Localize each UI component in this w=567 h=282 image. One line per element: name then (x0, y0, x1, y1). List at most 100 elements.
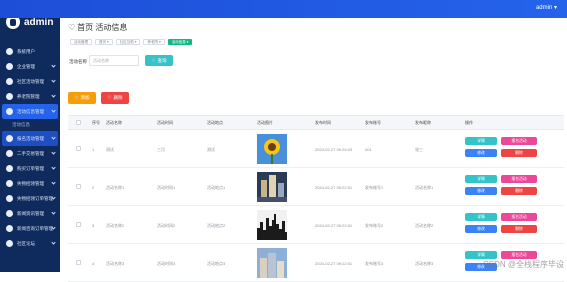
menu-icon (6, 180, 13, 187)
cell-time: 活动时间3 (157, 261, 176, 266)
cell-nickname: 活动名称3 (415, 261, 434, 266)
select-all-checkbox[interactable] (76, 120, 81, 125)
cell-place: 活动地点3 (207, 261, 226, 266)
delete-button-label: 删除 (113, 95, 123, 100)
detail-button[interactable]: 详情 (465, 213, 497, 221)
search-button[interactable]: ♡ 查询 (145, 55, 173, 66)
chevron-down-icon (51, 93, 56, 98)
add-button[interactable]: ♡ 添加 (68, 92, 96, 104)
sidebar-item-lost-found-orders[interactable]: 失物招领订单管理 (2, 191, 58, 206)
row-checkbox[interactable] (76, 260, 81, 265)
signup-button[interactable]: 报名活动 (501, 175, 537, 183)
button-label: 修改 (477, 188, 485, 193)
chevron-down-icon (51, 165, 56, 170)
menu-icon (6, 48, 13, 55)
cell-time: 三月 (157, 147, 165, 152)
row-checkbox[interactable] (76, 146, 81, 151)
menu-icon (6, 210, 13, 217)
delete-button[interactable]: 删除 (501, 225, 537, 233)
column-header: 发布时间 (315, 120, 331, 125)
batch-delete-button[interactable]: ♡ 删除 (101, 92, 129, 104)
sidebar-subitem-activity-info[interactable]: 活动信息 (0, 119, 60, 131)
search-icon: ♡ (151, 57, 156, 63)
search-input[interactable]: 活动名称 (89, 55, 139, 66)
cell-place: 测试 (207, 147, 215, 152)
signup-button[interactable]: 报名活动 (501, 137, 537, 145)
sidebar-item-lost-found[interactable]: 失物招领管理 (2, 176, 58, 191)
breadcrumb-item[interactable]: 活动管理 (70, 39, 92, 45)
breadcrumb-item[interactable]: 养老院 ▾ (143, 39, 165, 45)
breadcrumb-item[interactable]: 活动信息 ▾ (167, 39, 193, 45)
sidebar-item-community[interactable]: 社区活动管理 (2, 74, 58, 89)
sidebar-item-news-orders[interactable]: 新闻咨询订单管理 (2, 221, 58, 236)
delete-button[interactable]: 删除 (501, 187, 537, 195)
button-label: 报名活动 (511, 252, 527, 257)
sidebar-item-elderly-home[interactable]: 养老院管理 (2, 89, 58, 104)
menu-icon (6, 135, 13, 142)
sidebar-item-label: 失物招领管理 (17, 180, 44, 186)
sidebar-item-label: 新闻咨询订单管理 (17, 225, 53, 231)
column-header: 活动图片 (257, 120, 273, 125)
menu-icon (6, 150, 13, 157)
chevron-down-icon (51, 108, 56, 113)
cell-published: 2024-02-27 09:29:03 (315, 147, 353, 152)
column-header: 活动名称 (106, 120, 122, 125)
cell-place: 活动地点1 (207, 185, 226, 190)
menu-icon (6, 78, 13, 85)
detail-button[interactable]: 详情 (465, 251, 497, 259)
heart-icon: ♡ (107, 95, 112, 100)
cell-time: 活动时间2 (157, 223, 176, 228)
button-label: 删除 (515, 226, 523, 231)
chevron-down-icon (51, 150, 56, 155)
menu-icon (6, 240, 13, 247)
sidebar-item-signup[interactable]: 报名活动管理 (2, 131, 58, 146)
chevron-down-icon (51, 78, 56, 83)
breadcrumb-item[interactable]: 社区互助 ▾ (115, 39, 141, 45)
sidebar-item-label: 活动信息管理 (17, 108, 44, 114)
page-title: ♡ 首页 活动信息 (68, 22, 127, 33)
sidebar-item-orders[interactable]: 购买订单管理 (2, 161, 58, 176)
cell-account: 001 (365, 147, 372, 152)
cell-time: 活动时间1 (157, 185, 176, 190)
menu-icon (6, 225, 13, 232)
activity-image-city (257, 172, 287, 202)
button-label: 删除 (515, 150, 523, 155)
heart-icon: ♡ (68, 23, 76, 32)
menu-icon (6, 195, 13, 202)
sidebar-item-label: 社区活动管理 (17, 78, 44, 84)
cell-no: 4 (92, 261, 95, 266)
sidebar-item-label: 社区论坛 (17, 240, 35, 246)
delete-button[interactable]: 删除 (501, 149, 537, 157)
sidebar-item-enterprise[interactable]: 企业管理 (2, 59, 58, 74)
cell-name: 活动名称2 (106, 223, 125, 228)
detail-button[interactable]: 详情 (465, 175, 497, 183)
page-title-text: 首页 活动信息 (77, 23, 128, 32)
search-label: 活动名称 (69, 59, 87, 64)
signup-button[interactable]: 报名活动 (501, 213, 537, 221)
sidebar-item-system-users[interactable]: 系统用户 (2, 44, 58, 59)
signup-button[interactable]: 报名活动 (501, 251, 537, 259)
sidebar-item-forum[interactable]: 社区论坛 (2, 236, 58, 251)
sidebar-item-activity-info[interactable]: 活动信息管理 (2, 104, 58, 119)
user-menu[interactable]: admin ▾ (536, 4, 557, 11)
sidebar: admin 系统用户 企业管理 社区活动管理 养老院管理 活动信息管理 活动信息… (0, 0, 60, 272)
edit-button[interactable]: 修改 (465, 149, 497, 157)
chevron-down-icon (51, 135, 56, 140)
column-header: 发布昵称 (415, 120, 431, 125)
brand-name: admin (24, 16, 54, 28)
row-checkbox[interactable] (76, 184, 81, 189)
sidebar-item-secondhand[interactable]: 二手交易管理 (2, 146, 58, 161)
cell-account: 发布账号1 (365, 185, 384, 190)
button-label: 报名活动 (511, 138, 527, 143)
menu-icon (6, 63, 13, 70)
sidebar-item-news[interactable]: 新闻资讯管理 (2, 206, 58, 221)
edit-button[interactable]: 修改 (465, 187, 497, 195)
button-label: 详情 (477, 214, 485, 219)
cell-nickname: 活动名称1 (415, 185, 434, 190)
detail-button[interactable]: 详情 (465, 137, 497, 145)
breadcrumb-item[interactable]: 首页 ▾ (95, 39, 113, 45)
table-row: 1 测试 三月 测试 2024-02-27 09:29:03 001 张三 详情… (68, 130, 564, 168)
row-checkbox[interactable] (76, 222, 81, 227)
add-button-label: 添加 (80, 95, 90, 100)
edit-button[interactable]: 修改 (465, 225, 497, 233)
